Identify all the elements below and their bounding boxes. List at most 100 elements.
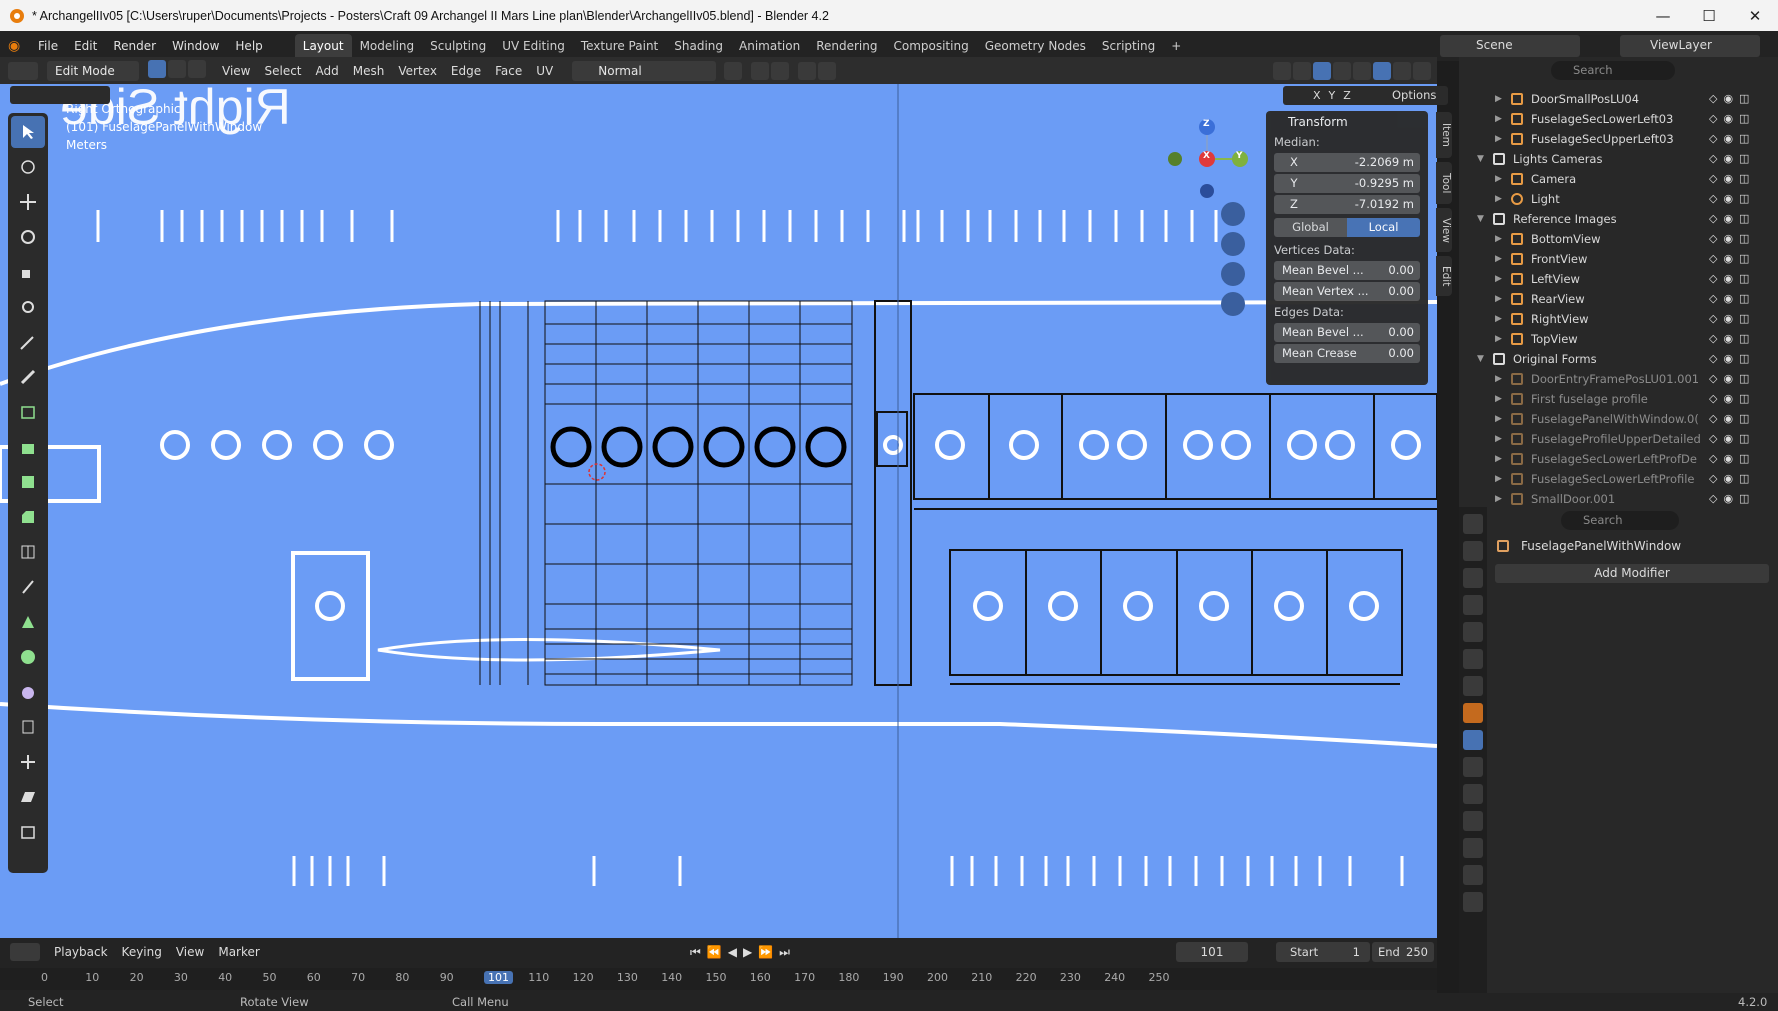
shrink-fatten-tool[interactable] xyxy=(11,746,45,778)
expand-chevron-icon[interactable]: ▶ xyxy=(1495,289,1502,309)
rip-tool[interactable] xyxy=(11,816,45,848)
data-properties-tab[interactable] xyxy=(1463,838,1483,858)
3d-viewport[interactable]: Z Y X Right Orthographic (101) FuselageP… xyxy=(0,84,1437,938)
outliner-row[interactable]: ▶ FuselagePanelWithWindow.0(◇◉◫ xyxy=(1459,409,1759,429)
mean-bevel-vertex-field[interactable]: Mean Bevel ... 0.00 xyxy=(1274,261,1420,280)
visibility-toggles-icon[interactable]: ◇◉◫ xyxy=(1709,389,1755,409)
knife-tool[interactable] xyxy=(11,571,45,603)
end-frame-field[interactable]: End 250 xyxy=(1372,942,1434,962)
editor-type-icon[interactable] xyxy=(8,61,38,80)
expand-chevron-icon[interactable]: ▶ xyxy=(1495,369,1502,389)
outliner-row[interactable]: ▶ DoorSmallPosLU04 ◇◉◫ xyxy=(1459,89,1759,109)
workspace-tab-rendering[interactable]: Rendering xyxy=(808,34,885,58)
shading-rendered-icon[interactable] xyxy=(1413,61,1431,80)
visibility-toggles-icon[interactable]: ◇◉◫ xyxy=(1709,129,1755,149)
visibility-toggles-icon[interactable]: ◇◉◫ xyxy=(1709,209,1755,229)
vertex-select-icon[interactable] xyxy=(148,60,166,78)
falloff-icon[interactable] xyxy=(818,61,837,80)
local-toggle[interactable]: Local xyxy=(1347,218,1420,237)
visibility-toggles-icon[interactable]: ◇◉◫ xyxy=(1709,369,1755,389)
shading-solid-icon[interactable] xyxy=(1373,61,1391,80)
render-properties-tab[interactable] xyxy=(1463,541,1483,561)
visibility-icon[interactable] xyxy=(1273,61,1291,80)
output-properties-tab[interactable] xyxy=(1463,568,1483,588)
menu-marker[interactable]: Marker xyxy=(211,942,266,962)
world-properties-tab[interactable] xyxy=(1463,649,1483,669)
select-box-tool[interactable] xyxy=(11,116,45,148)
modifier-properties-tab[interactable] xyxy=(1463,730,1483,750)
close-button[interactable]: ✕ xyxy=(1732,0,1778,31)
expand-chevron-icon[interactable]: ▶ xyxy=(1495,329,1502,349)
annotate-tool[interactable] xyxy=(11,326,45,358)
smooth-tool[interactable] xyxy=(11,676,45,708)
workspace-tab-shading[interactable]: Shading xyxy=(666,34,731,58)
visibility-toggles-icon[interactable]: ◇◉◫ xyxy=(1709,169,1755,189)
expand-chevron-icon[interactable]: ▶ xyxy=(1495,229,1502,249)
snap-target-icon[interactable] xyxy=(771,61,790,80)
add-cube-tool[interactable] xyxy=(11,396,45,428)
outliner-row[interactable]: ▶ First fuselage profile ◇◉◫ xyxy=(1459,389,1759,409)
expand-chevron-icon[interactable]: ▼ xyxy=(1477,349,1484,369)
extrude-tool[interactable] xyxy=(11,431,45,463)
visibility-toggles-icon[interactable]: ◇◉◫ xyxy=(1709,149,1755,169)
outliner-search-input[interactable]: Search xyxy=(1551,61,1675,80)
median-y-field[interactable]: Y -0.9295 m xyxy=(1274,174,1420,193)
median-x-field[interactable]: X -2.2069 m xyxy=(1274,153,1420,172)
visibility-toggles-icon[interactable]: ◇◉◫ xyxy=(1709,89,1755,109)
poly-build-tool[interactable] xyxy=(11,606,45,638)
visibility-toggles-icon[interactable]: ◇◉◫ xyxy=(1709,349,1755,369)
outliner-row[interactable]: ▼ Reference Images ◇◉◫ xyxy=(1459,209,1759,229)
outliner-row[interactable]: ▶ Camera ◇◉◫ xyxy=(1459,169,1759,189)
inset-tool[interactable] xyxy=(11,466,45,498)
mirror-x-toggle[interactable]: X xyxy=(1313,89,1321,102)
expand-chevron-icon[interactable]: ▶ xyxy=(1495,189,1502,209)
options-dropdown[interactable]: Options xyxy=(1384,86,1448,105)
global-toggle[interactable]: Global xyxy=(1274,218,1347,237)
mean-bevel-edge-field[interactable]: Mean Bevel ... 0.00 xyxy=(1274,323,1420,342)
expand-chevron-icon[interactable]: ▼ xyxy=(1477,209,1484,229)
expand-chevron-icon[interactable]: ▶ xyxy=(1495,489,1502,507)
spin-tool[interactable] xyxy=(11,641,45,673)
outliner-row[interactable]: ▶ Light ◇◉◫ xyxy=(1459,189,1759,209)
object-properties-tab[interactable] xyxy=(1463,703,1483,723)
current-frame-field[interactable]: 101 xyxy=(1176,942,1248,962)
shear-tool[interactable] xyxy=(11,781,45,813)
outliner-row[interactable]: ▶ DoorEntryFramePosLU01.001 ◇◉◫ xyxy=(1459,369,1759,389)
expand-chevron-icon[interactable]: ▶ xyxy=(1495,129,1502,149)
loop-cut-tool[interactable] xyxy=(11,536,45,568)
outliner-row[interactable]: ▶ FuselageSecLowerLeftProfDe ◇◉◫ xyxy=(1459,449,1759,469)
bevel-tool[interactable] xyxy=(11,501,45,533)
workspace-tab-layout[interactable]: Layout xyxy=(294,34,352,58)
mean-vertex-crease-field[interactable]: Mean Vertex ... 0.00 xyxy=(1274,282,1420,301)
scene-properties-tab[interactable] xyxy=(1463,622,1483,642)
mirror-z-toggle[interactable]: Z xyxy=(1343,89,1351,102)
add-modifier-button[interactable]: Add Modifier xyxy=(1495,564,1769,583)
3d-cursor-icon[interactable] xyxy=(588,463,606,481)
measure-tool[interactable] xyxy=(11,361,45,393)
outliner-row[interactable]: ▶ FrontView ◇◉◫ xyxy=(1459,249,1759,269)
expand-chevron-icon[interactable]: ▶ xyxy=(1495,309,1502,329)
outliner-row[interactable]: ▶ FuselageProfileUpperDetailed ◇◉◫ xyxy=(1459,429,1759,449)
visibility-toggles-icon[interactable]: ◇◉◫ xyxy=(1709,469,1755,489)
menu-face[interactable]: Face xyxy=(488,61,529,81)
gizmo-neg-z-axis[interactable] xyxy=(1200,184,1214,198)
visibility-toggles-icon[interactable]: ◇◉◫ xyxy=(1709,329,1755,349)
view-layer-properties-tab[interactable] xyxy=(1463,595,1483,615)
menu-keying[interactable]: Keying xyxy=(115,942,169,962)
expand-chevron-icon[interactable]: ▼ xyxy=(1477,149,1484,169)
expand-chevron-icon[interactable]: ▶ xyxy=(1495,269,1502,289)
menu-timeline-view[interactable]: View xyxy=(169,942,211,962)
menu-help[interactable]: Help xyxy=(227,35,270,57)
median-z-field[interactable]: Z -7.0192 m xyxy=(1274,195,1420,214)
visibility-toggles-icon[interactable]: ◇◉◫ xyxy=(1709,429,1755,449)
material-properties-tab[interactable] xyxy=(1463,865,1483,885)
menu-edge[interactable]: Edge xyxy=(444,61,488,81)
transform-orientation-selector[interactable]: Normal xyxy=(572,60,717,81)
expand-chevron-icon[interactable]: ▶ xyxy=(1495,89,1502,109)
visibility-toggles-icon[interactable]: ◇◉◫ xyxy=(1709,189,1755,209)
workspace-tab-compositing[interactable]: Compositing xyxy=(885,34,976,58)
outliner-row[interactable]: ▶ SmallDoor.001 ◇◉◫ xyxy=(1459,489,1759,507)
sidebar-tab-tool[interactable]: Tool xyxy=(1436,162,1452,204)
visibility-toggles-icon[interactable]: ◇◉◫ xyxy=(1709,409,1755,429)
menu-file[interactable]: File xyxy=(30,35,66,57)
